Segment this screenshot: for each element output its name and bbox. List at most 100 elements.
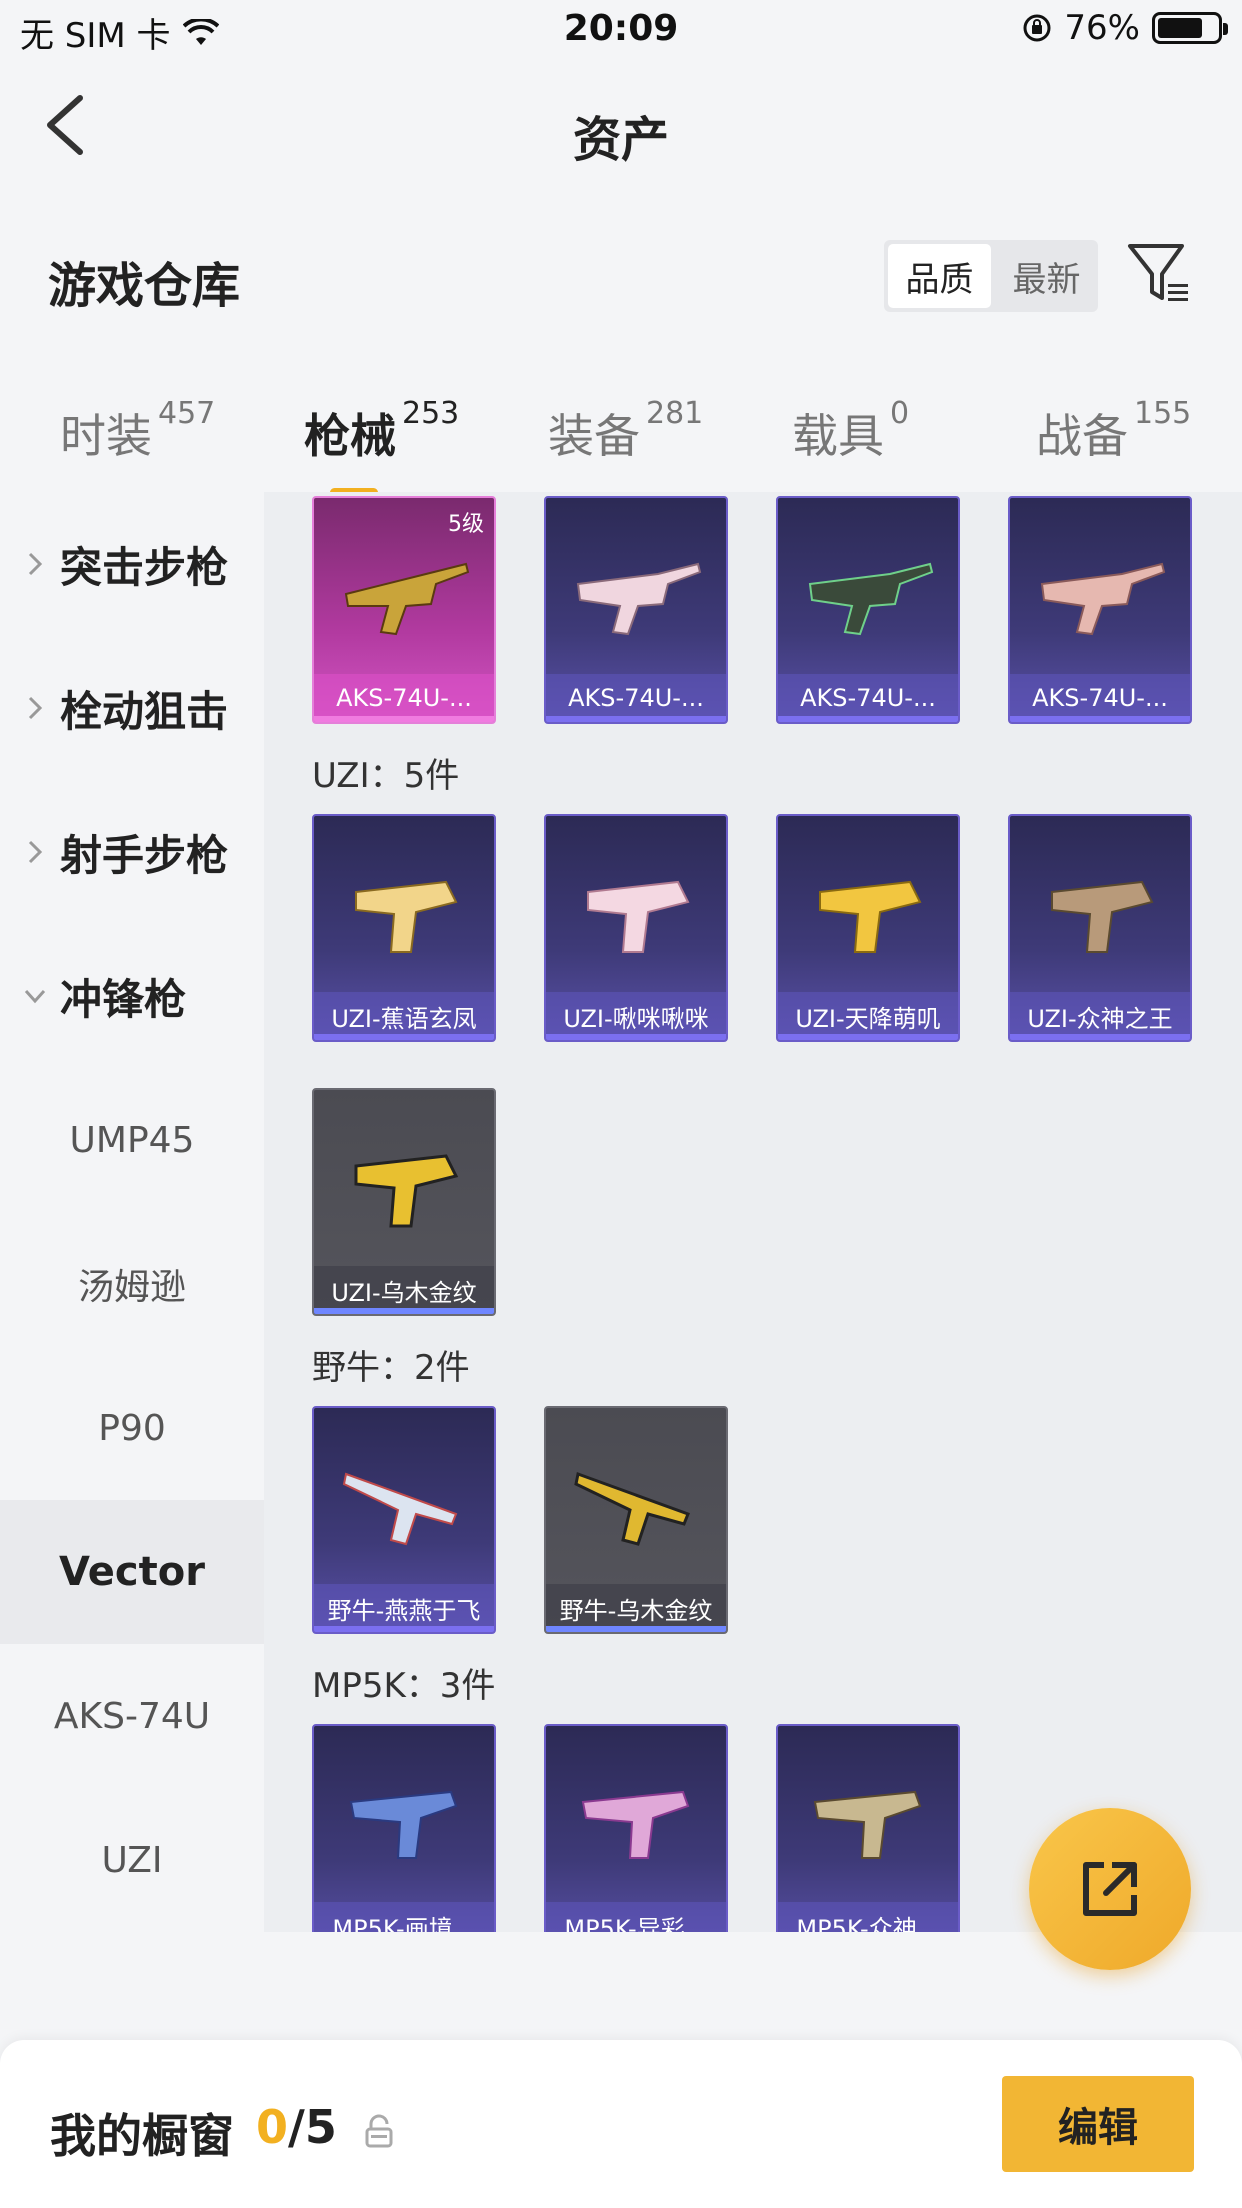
tab-count: 0 [890, 396, 910, 431]
gun-skin-icon [576, 562, 702, 636]
group-title: MP5K：3件 [312, 1666, 496, 1706]
tab-guns[interactable]: 枪械 253 [304, 396, 459, 497]
share-button[interactable] [1029, 1808, 1191, 1970]
skin-name: AKS-74U-... [314, 674, 494, 722]
skin-card[interactable]: UZI-乌木金纹 [312, 1088, 496, 1316]
sidebar-sub-label: P90 [98, 1407, 166, 1449]
skin-card[interactable]: MP5K-异彩... [544, 1724, 728, 1932]
sidebar-sub-p90[interactable]: P90 [0, 1356, 264, 1500]
status-right: 76% [1022, 8, 1228, 48]
gun-skin-icon [808, 562, 934, 636]
gun-skin-icon [574, 1471, 690, 1546]
gun-skin-icon [819, 880, 922, 953]
tab-count: 281 [646, 396, 704, 431]
chevron-right-icon [28, 696, 43, 720]
skin-name: MP5K-异彩... [546, 1902, 726, 1932]
skin-name: AKS-74U-... [1010, 674, 1190, 722]
tier-bar [314, 1626, 494, 1632]
sidebar-item-label: 射手步枪 [60, 830, 229, 880]
tier-bar [1010, 716, 1190, 722]
gun-skin-icon [813, 1790, 922, 1859]
skin-name: UZI-啾咪啾咪 [546, 992, 726, 1040]
battery-icon [1152, 12, 1228, 44]
category-tabs: 时装 457 枪械 253 装备 281 载具 0 战备 155 [0, 380, 1242, 497]
sidebar-item-assault-rifle[interactable]: 突击步枪 [0, 492, 264, 636]
section-title: 游戏仓库 [48, 258, 241, 314]
gun-skin-icon [1040, 562, 1166, 636]
skin-grid: 5级 AKS-74U-... AKS-74U-... AKS-74U-... A… [264, 492, 1242, 1932]
tier-bar [314, 716, 494, 722]
sidebar-sub-thompson[interactable]: 汤姆逊 [0, 1212, 264, 1356]
tab-label: 战备 [1036, 409, 1128, 463]
group-title: 野牛：2件 [312, 1348, 470, 1388]
skin-name: MP5K-画境... [314, 1902, 494, 1932]
sidebar-sub-label: UZI [101, 1839, 163, 1881]
tab-fashion[interactable]: 时装 457 [60, 396, 215, 466]
skin-card[interactable]: AKS-74U-... [544, 496, 728, 724]
tier-bar [1010, 1034, 1190, 1040]
edit-button[interactable]: 编辑 [1002, 2076, 1194, 2172]
sidebar-item-marksman-rifle[interactable]: 射手步枪 [0, 780, 264, 924]
sidebar-item-label: 栓动狙击 [60, 686, 229, 736]
skin-card[interactable]: AKS-74U-... [776, 496, 960, 724]
chevron-right-icon [28, 840, 43, 864]
tier-bar [314, 1034, 494, 1040]
tier-bar [778, 1034, 958, 1040]
skin-name: UZI-天降萌叽 [778, 992, 958, 1040]
sidebar-sub-ump45[interactable]: UMP45 [0, 1068, 264, 1212]
orientation-lock-icon [1023, 14, 1051, 42]
sort-quality-button[interactable]: 品质 [888, 244, 991, 308]
showcase-used: 0 [256, 2100, 289, 2154]
sort-toggle: 品质 最新 [884, 240, 1098, 312]
gun-skin-icon [354, 1154, 459, 1228]
sidebar-sub-label: AKS-74U [53, 1695, 211, 1737]
status-bar: 无 SIM 卡 20:09 76% [0, 0, 1242, 62]
skin-card[interactable]: AKS-74U-... [1008, 496, 1192, 724]
sidebar-sub-uzi[interactable]: UZI [0, 1788, 264, 1932]
showcase-count: 0/5 [256, 2100, 337, 2154]
skin-card[interactable]: UZI-天降萌叽 [776, 814, 960, 1042]
skin-card[interactable]: UZI-啾咪啾咪 [544, 814, 728, 1042]
gun-skin-icon [342, 1472, 458, 1546]
skin-name: UZI-蕉语玄凤 [314, 992, 494, 1040]
skin-card[interactable]: MP5K-画境... [312, 1724, 496, 1932]
tier-bar [314, 1308, 494, 1314]
gun-skin-icon [355, 880, 458, 953]
group-title: UZI：5件 [312, 756, 460, 796]
skin-card[interactable]: UZI-众神之王 [1008, 814, 1192, 1042]
filter-icon[interactable] [1126, 240, 1190, 306]
tier-bar [778, 716, 958, 722]
chevron-right-icon [28, 552, 43, 576]
tab-label: 枪械 [304, 409, 396, 463]
sidebar-sub-label: 汤姆逊 [77, 1267, 186, 1308]
section-header: 游戏仓库 品质 最新 [0, 230, 1242, 320]
sort-newest-button[interactable]: 最新 [995, 240, 1098, 312]
skin-name: 野牛-乌木金纹 [546, 1584, 726, 1632]
tab-vehicles[interactable]: 载具 0 [792, 396, 909, 466]
skin-name: AKS-74U-... [778, 674, 958, 722]
tab-count: 253 [402, 396, 460, 431]
tab-equipment[interactable]: 装备 281 [548, 396, 703, 466]
gun-skin-icon [349, 1790, 458, 1859]
sidebar-sub-aks74u[interactable]: AKS-74U [0, 1644, 264, 1788]
tab-gear[interactable]: 战备 155 [1036, 396, 1191, 466]
lock-icon [365, 2114, 393, 2148]
tab-label: 时装 [60, 409, 152, 463]
skin-card[interactable]: UZI-蕉语玄凤 [312, 814, 496, 1042]
skin-card[interactable]: 野牛-乌木金纹 [544, 1406, 728, 1634]
sidebar-item-smg[interactable]: 冲锋枪 [0, 924, 264, 1068]
gun-skin-icon [581, 1790, 690, 1859]
skin-card[interactable]: 野牛-燕燕于飞 [312, 1406, 496, 1634]
skin-card[interactable]: 5级 AKS-74U-... [312, 496, 496, 724]
showcase-title: 我的橱窗 [50, 2109, 234, 2163]
sidebar-sub-vector[interactable]: Vector [0, 1500, 264, 1644]
sidebar-item-bolt-sniper[interactable]: 栓动狙击 [0, 636, 264, 780]
skin-name: AKS-74U-... [546, 674, 726, 722]
skin-name: MP5K-众神... [778, 1902, 958, 1932]
tier-bar [546, 716, 726, 722]
showcase-total: /5 [288, 2100, 337, 2154]
showcase-bar: 我的橱窗 0/5 编辑 [0, 2040, 1242, 2208]
sidebar-item-label: 突击步枪 [60, 542, 229, 592]
skin-card[interactable]: MP5K-众神... [776, 1724, 960, 1932]
sidebar-sub-label: Vector [59, 1549, 205, 1595]
